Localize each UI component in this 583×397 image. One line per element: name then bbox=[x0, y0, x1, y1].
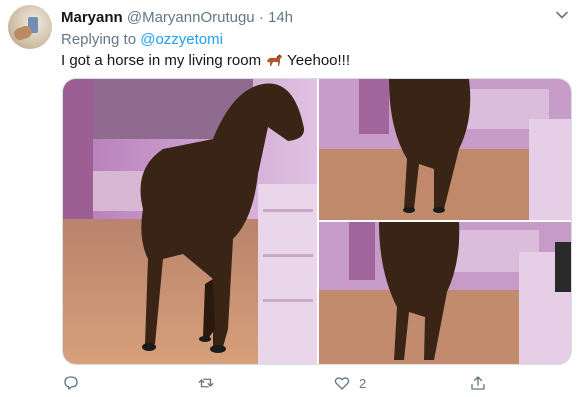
separator-dot: · bbox=[258, 9, 264, 26]
reply-icon[interactable] bbox=[62, 374, 80, 392]
user-handle[interactable]: @MaryannOrutugu bbox=[127, 9, 255, 26]
replying-to-link[interactable]: @ozzyetomi bbox=[140, 31, 223, 48]
like-count: 2 bbox=[359, 375, 367, 391]
display-name[interactable]: Maryann bbox=[61, 9, 123, 26]
tweet-text-main: I got a horse in my living room bbox=[61, 52, 262, 69]
like-icon[interactable] bbox=[333, 374, 351, 392]
tweet-text-tail: Yeehoo!!! bbox=[287, 52, 351, 69]
share-icon[interactable] bbox=[469, 374, 487, 392]
photo-1[interactable] bbox=[63, 79, 317, 364]
tweet-header: Maryann @MaryannOrutugu · 14h bbox=[61, 9, 293, 26]
retweet-action[interactable] bbox=[197, 372, 223, 394]
chevron-down-icon[interactable] bbox=[555, 8, 569, 22]
reply-action[interactable] bbox=[62, 372, 88, 394]
avatar-hand bbox=[12, 24, 34, 42]
photo-2[interactable] bbox=[319, 79, 571, 220]
timestamp[interactable]: 14h bbox=[268, 9, 293, 26]
photo-3[interactable] bbox=[319, 222, 571, 364]
replying-to: Replying to @ozzyetomi bbox=[61, 31, 223, 48]
like-action[interactable]: 2 bbox=[333, 372, 366, 394]
share-action[interactable] bbox=[469, 372, 495, 394]
avatar[interactable] bbox=[8, 5, 52, 49]
media-grid[interactable] bbox=[62, 78, 572, 365]
replying-prefix: Replying to bbox=[61, 31, 137, 48]
retweet-icon[interactable] bbox=[197, 374, 215, 392]
horse-emoji bbox=[267, 54, 283, 66]
tweet-actions: 2 bbox=[0, 372, 583, 396]
tweet-text: I got a horse in my living room Yeehoo!!… bbox=[61, 52, 350, 69]
